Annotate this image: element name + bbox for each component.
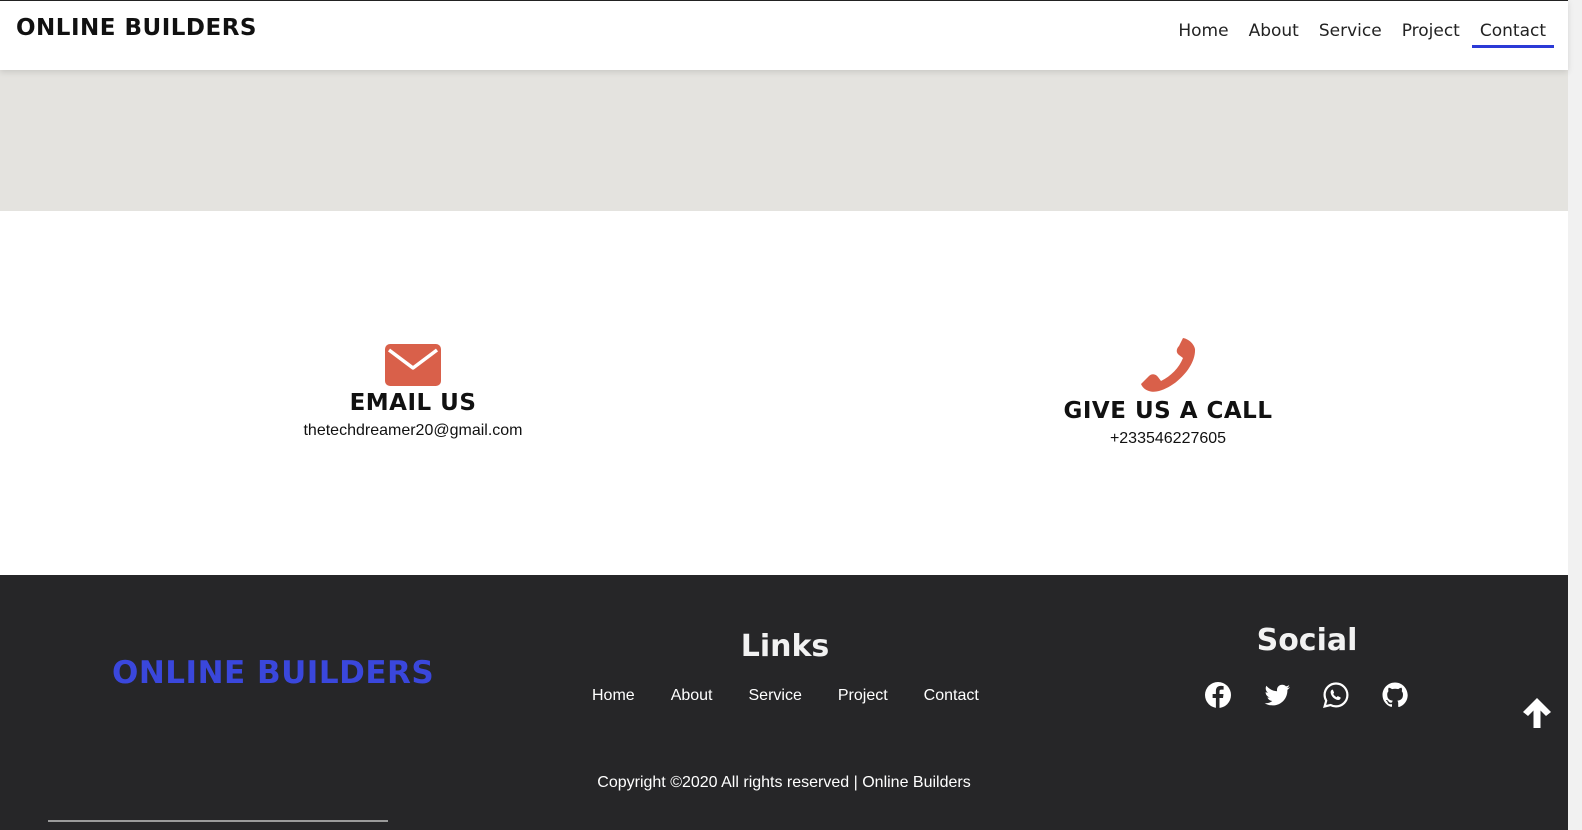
header-brand-logo[interactable]: ONLINE BUILDERS	[16, 15, 257, 41]
copyright-text: Copyright ©2020 All rights reserved | On…	[597, 774, 971, 791]
social-icons	[1204, 681, 1440, 709]
footer-link-service[interactable]: Service	[749, 687, 802, 705]
nav-service-link[interactable]: Service	[1319, 21, 1382, 48]
footer-links: Home About Service Project Contact	[592, 687, 1015, 705]
twitter-icon[interactable]	[1263, 681, 1291, 709]
site-footer: ONLINE BUILDERS Links Home About Service…	[0, 575, 1568, 830]
map-area[interactable]	[0, 70, 1568, 211]
site-header: ONLINE BUILDERS Home About Service Proje…	[0, 0, 1568, 70]
main-nav: Home About Service Project Contact	[1158, 21, 1554, 48]
nav-project-link[interactable]: Project	[1402, 21, 1460, 48]
scroll-to-top-arrow-icon[interactable]	[1519, 695, 1555, 731]
footer-link-contact[interactable]: Contact	[924, 687, 979, 705]
nav-contact-link[interactable]: Contact	[1471, 21, 1554, 48]
email-contact-card: EMAIL US thetechdreamer20@gmail.com	[263, 342, 563, 440]
github-icon[interactable]	[1381, 681, 1409, 709]
footer-social-heading: Social	[1256, 623, 1358, 658]
email-title: EMAIL US	[349, 390, 477, 416]
phone-icon	[1141, 338, 1196, 392]
footer-link-home[interactable]: Home	[592, 687, 635, 705]
footer-link-project[interactable]: Project	[838, 687, 888, 705]
whatsapp-icon[interactable]	[1322, 681, 1350, 709]
footer-link-about[interactable]: About	[671, 687, 713, 705]
footer-links-heading: Links	[740, 629, 830, 664]
footer-brand-logo[interactable]: ONLINE BUILDERS	[112, 655, 434, 691]
email-address[interactable]: thetechdreamer20@gmail.com	[263, 422, 563, 440]
call-contact-card: GIVE US A CALL +233546227605	[1018, 336, 1318, 448]
envelope-icon	[385, 344, 441, 386]
footer-bottom-line	[48, 820, 388, 822]
page-scrollbar[interactable]	[1568, 0, 1582, 830]
nav-home-link[interactable]: Home	[1178, 21, 1228, 48]
call-title: GIVE US A CALL	[1063, 398, 1273, 424]
facebook-icon[interactable]	[1204, 681, 1232, 709]
nav-about-link[interactable]: About	[1249, 21, 1299, 48]
phone-number[interactable]: +233546227605	[1018, 430, 1318, 448]
